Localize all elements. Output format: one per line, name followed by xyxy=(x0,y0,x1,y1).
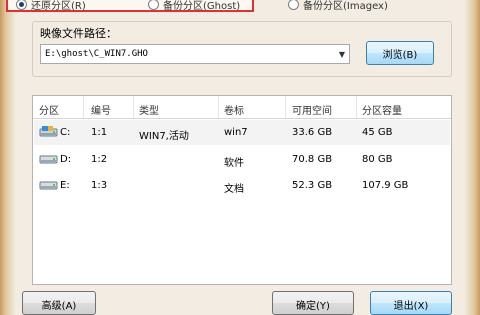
column-header-partition[interactable]: 分区 xyxy=(39,102,59,117)
cell-drive: D: xyxy=(60,154,72,165)
cell-capacity: 45 GB xyxy=(362,127,393,138)
drive-icon xyxy=(39,155,58,164)
partition-table[interactable]: 分区 编号 类型 卷标 可用空间 分区容量 C: 1:1 WIN7,活动 win… xyxy=(32,95,452,285)
exit-button-label: 退出(X) xyxy=(393,301,429,312)
radio-backup-ghost[interactable]: 备份分区(Ghost) xyxy=(148,0,240,12)
cell-drive: C: xyxy=(60,127,71,138)
ok-button-label: 确定(Y) xyxy=(296,301,330,312)
radio-label: 还原分区(R) xyxy=(31,1,86,12)
dropdown-arrow-icon[interactable]: ▼ xyxy=(335,50,349,59)
column-header-free-space[interactable]: 可用空间 xyxy=(292,102,332,117)
advanced-button[interactable]: 高级(A) xyxy=(22,291,96,315)
cell-number: 1:3 xyxy=(91,180,108,191)
advanced-button-label: 高级(A) xyxy=(41,301,77,312)
cell-number: 1:1 xyxy=(91,127,108,138)
cell-label: 软件 xyxy=(224,158,244,169)
column-divider[interactable] xyxy=(218,96,219,118)
cell-label: win7 xyxy=(224,127,248,138)
column-divider[interactable] xyxy=(133,96,134,118)
cell-capacity: 107.9 GB xyxy=(362,180,409,191)
table-row[interactable]: D: 1:2 软件 70.8 GB 80 GB xyxy=(34,147,450,172)
radio-dot-icon xyxy=(288,0,299,10)
radio-dot-icon xyxy=(16,0,27,10)
system-drive-icon xyxy=(39,126,58,137)
column-header-type[interactable]: 类型 xyxy=(139,102,159,117)
table-row[interactable]: E: 1:3 文档 52.3 GB 107.9 GB xyxy=(34,173,450,198)
cell-drive: E: xyxy=(60,180,70,191)
image-path-combobox[interactable]: E:\ghost\C_WIN7.GHO ▼ xyxy=(40,44,350,64)
column-header-capacity[interactable]: 分区容量 xyxy=(362,102,402,117)
column-divider[interactable] xyxy=(83,96,84,118)
cell-free-space: 52.3 GB xyxy=(292,180,333,191)
image-path-value: E:\ghost\C_WIN7.GHO xyxy=(45,49,148,59)
cell-free-space: 70.8 GB xyxy=(292,154,333,165)
exit-button[interactable]: 退出(X) xyxy=(370,291,452,315)
cell-free-space: 33.6 GB xyxy=(292,127,333,138)
browse-button-label: 浏览(B) xyxy=(382,49,418,61)
column-divider[interactable] xyxy=(356,96,357,118)
radio-dot-icon xyxy=(148,0,159,10)
radio-backup-imagex[interactable]: 备份分区(Imagex) xyxy=(288,0,388,12)
image-path-title: 映像文件路径： xyxy=(40,27,117,40)
drive-icon xyxy=(39,181,58,190)
table-row[interactable]: C: 1:1 WIN7,活动 win7 33.6 GB 45 GB xyxy=(34,120,450,145)
column-header-label[interactable]: 卷标 xyxy=(224,102,244,117)
radio-label: 备份分区(Imagex) xyxy=(303,1,388,12)
browse-button[interactable]: 浏览(B) xyxy=(366,41,434,65)
radio-label: 备份分区(Ghost) xyxy=(163,1,241,12)
cell-label: 文档 xyxy=(224,184,244,195)
cell-capacity: 80 GB xyxy=(362,154,393,165)
cell-number: 1:2 xyxy=(91,154,108,165)
cell-type: WIN7,活动 xyxy=(139,131,189,142)
radio-restore-partition[interactable]: 还原分区(R) xyxy=(16,0,86,12)
column-divider[interactable] xyxy=(285,96,286,118)
column-header-number[interactable]: 编号 xyxy=(91,102,111,117)
table-header: 分区 编号 类型 卷标 可用空间 分区容量 xyxy=(33,96,451,119)
ok-button[interactable]: 确定(Y) xyxy=(272,291,354,315)
